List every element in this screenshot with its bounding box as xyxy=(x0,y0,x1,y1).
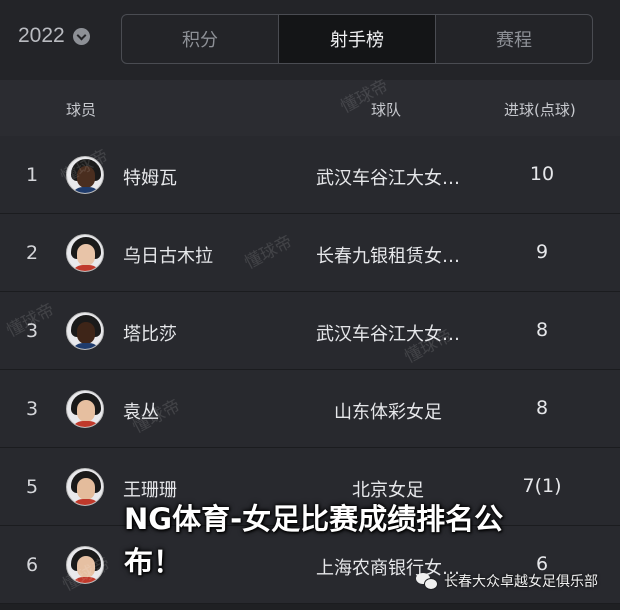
table-header: 球员 球队 进球(点球) xyxy=(0,80,620,136)
wechat-icon xyxy=(416,573,438,590)
avatar xyxy=(66,156,104,194)
tab-standings[interactable]: 积分 xyxy=(122,15,279,63)
row-rank: 1 xyxy=(26,164,39,186)
top-bar: 2022 积分 射手榜 赛程 xyxy=(0,0,620,80)
source-text: 长春大众卓越女足俱乐部 xyxy=(444,574,598,590)
team-name: 山东体彩女足 xyxy=(334,402,442,423)
goal-count: 10 xyxy=(529,163,555,185)
table-row[interactable]: 2 乌日古木拉 长春九银租赁女… 9 xyxy=(0,214,620,292)
avatar xyxy=(66,390,104,428)
season-selector[interactable]: 2022 xyxy=(18,24,90,48)
player-name: 袁丛 xyxy=(123,402,159,423)
table-row[interactable]: 1 特姆瓦 武汉车谷江大女… 10 xyxy=(0,136,620,214)
tab-bar: 积分 射手榜 赛程 xyxy=(121,14,593,64)
chevron-down-icon xyxy=(72,27,90,45)
goal-count: 8 xyxy=(535,397,549,419)
avatar xyxy=(66,312,104,350)
season-year: 2022 xyxy=(18,24,65,47)
avatar xyxy=(66,468,104,506)
header-player: 球员 xyxy=(66,101,97,119)
goal-count: 7(1) xyxy=(522,475,562,497)
header-team: 球队 xyxy=(371,101,402,119)
goal-count: 9 xyxy=(535,241,549,263)
team-name: 长春九银租赁女… xyxy=(316,246,460,267)
row-rank: 5 xyxy=(26,476,39,498)
table-row[interactable]: 3 塔比莎 武汉车谷江大女… 8 xyxy=(0,292,620,370)
team-name: 武汉车谷江大女… xyxy=(316,324,460,345)
header-goals: 进球(点球) xyxy=(504,101,576,119)
goal-count: 8 xyxy=(535,319,549,341)
tab-schedule[interactable]: 赛程 xyxy=(436,15,592,63)
player-name: 塔比莎 xyxy=(123,324,177,345)
table-row[interactable]: 3 袁丛 山东体彩女足 8 xyxy=(0,370,620,448)
source-label: 长春大众卓越女足俱乐部 xyxy=(416,571,598,591)
row-rank: 3 xyxy=(26,320,39,342)
player-name: 乌日古木拉 xyxy=(123,246,213,267)
tab-top-scorers[interactable]: 射手榜 xyxy=(279,15,436,63)
avatar xyxy=(66,234,104,272)
avatar xyxy=(66,546,104,584)
player-name: 特姆瓦 xyxy=(123,168,177,189)
row-rank: 2 xyxy=(26,242,39,264)
row-rank: 6 xyxy=(26,554,39,576)
row-rank: 3 xyxy=(26,398,39,420)
team-name: 武汉车谷江大女… xyxy=(316,168,460,189)
